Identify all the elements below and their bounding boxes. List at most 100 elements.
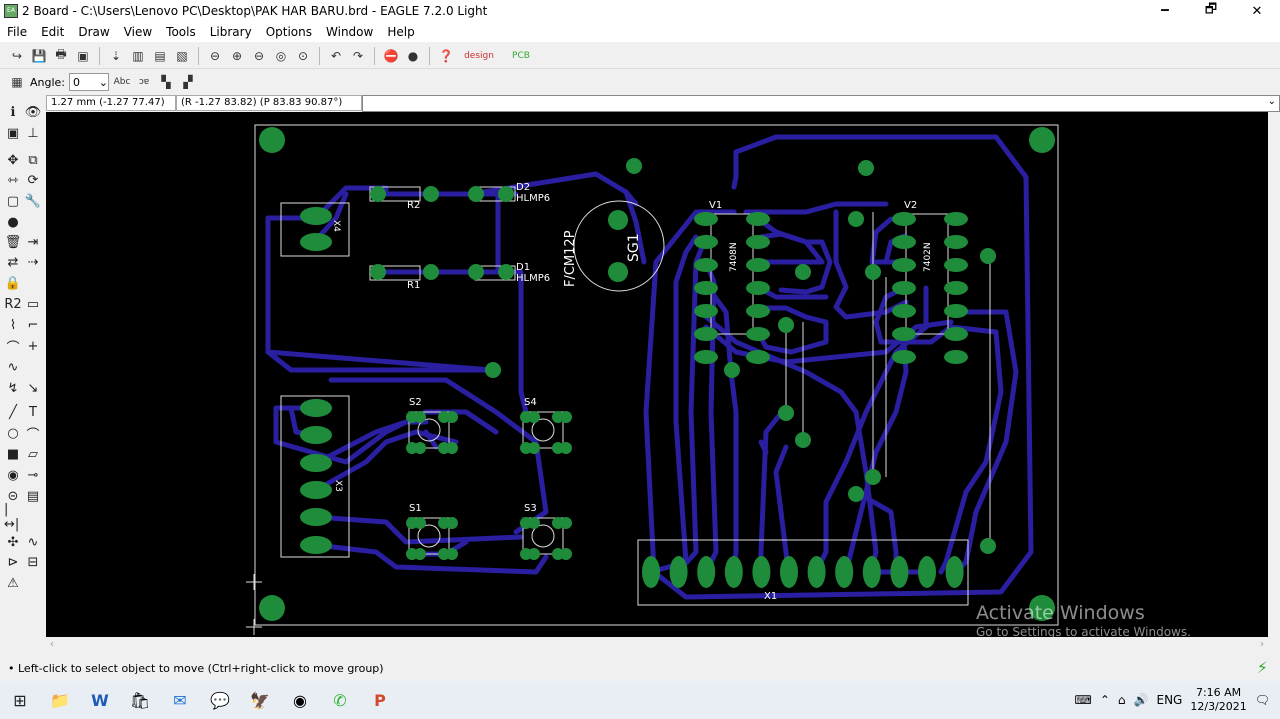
scroll-left-icon[interactable]: ‹ bbox=[50, 639, 54, 650]
text-icon[interactable]: T bbox=[24, 403, 42, 421]
info-icon[interactable]: ℹ bbox=[4, 103, 22, 121]
menu-draw[interactable]: Draw bbox=[71, 25, 116, 39]
mail-icon[interactable]: ✉ bbox=[160, 681, 200, 719]
errors-icon[interactable]: ⚠ bbox=[4, 574, 22, 592]
powerpoint-icon[interactable]: P bbox=[360, 681, 400, 719]
value-icon[interactable]: ▭ bbox=[24, 295, 42, 313]
spin-text-icon[interactable]: ɔɐ bbox=[135, 73, 153, 91]
zoom-in-icon[interactable]: ⊕ bbox=[228, 47, 246, 65]
minimize-button[interactable]: 🗕 bbox=[1142, 0, 1188, 22]
store-icon[interactable]: 🛍 bbox=[120, 681, 160, 719]
mirror-text-icon[interactable]: Abc bbox=[113, 73, 131, 91]
redo-icon[interactable]: ↷ bbox=[349, 47, 367, 65]
menu-window[interactable]: Window bbox=[319, 25, 380, 39]
change-icon[interactable]: 🔧 bbox=[24, 192, 42, 210]
script-icon[interactable]: ⇣ bbox=[107, 47, 125, 65]
ripup-icon[interactable]: ↯ bbox=[4, 379, 22, 397]
drc-icon[interactable]: ⊟ bbox=[24, 553, 42, 571]
menu-tools[interactable]: Tools bbox=[159, 25, 203, 39]
scr-icon[interactable]: ▤ bbox=[151, 47, 169, 65]
save-icon[interactable]: 💾 bbox=[30, 47, 48, 65]
lightning-icon[interactable]: ⚡ bbox=[1257, 658, 1268, 677]
erc-icon[interactable]: ⊳ bbox=[4, 553, 22, 571]
redraw-icon[interactable]: ◎ bbox=[272, 47, 290, 65]
language-indicator[interactable]: ENG bbox=[1157, 693, 1183, 707]
signal-icon[interactable]: ⊸ bbox=[24, 466, 42, 484]
move-icon[interactable]: ✥ bbox=[4, 151, 22, 169]
menu-options[interactable]: Options bbox=[259, 25, 319, 39]
stop-icon[interactable]: ⛔ bbox=[382, 47, 400, 65]
mirror-icon[interactable]: ⇿ bbox=[4, 171, 22, 189]
keyboard-icon[interactable]: ⌨ bbox=[1075, 693, 1092, 707]
menu-help[interactable]: Help bbox=[380, 25, 421, 39]
paste-icon[interactable]: ● bbox=[4, 213, 22, 231]
miter-icon[interactable]: ⌐ bbox=[24, 316, 42, 334]
split-icon[interactable]: ⌇ bbox=[4, 316, 22, 334]
optimize-icon[interactable]: ⌒ bbox=[4, 337, 22, 356]
autorouter-icon[interactable]: ∿ bbox=[24, 533, 42, 551]
eagle-icon[interactable]: 🦅 bbox=[240, 681, 280, 719]
chrome-icon[interactable]: ◉ bbox=[280, 681, 320, 719]
windows-start-icon[interactable]: ⊞ bbox=[0, 681, 40, 719]
group-icon[interactable]: ▢ bbox=[4, 192, 22, 210]
grid-icon[interactable]: ▦ bbox=[8, 73, 26, 91]
ratsnest-icon[interactable]: ✣ bbox=[4, 533, 22, 551]
print-icon[interactable]: 🖶 bbox=[52, 47, 70, 65]
mark-icon[interactable]: ⊥ bbox=[24, 124, 42, 142]
add-icon[interactable]: ⇥ bbox=[24, 233, 42, 251]
whatsapp-icon[interactable]: ✆ bbox=[320, 681, 360, 719]
ulp-icon[interactable]: ▥ bbox=[129, 47, 147, 65]
network-icon[interactable]: ⌂ bbox=[1118, 693, 1126, 707]
board-icon[interactable]: ▧ bbox=[173, 47, 191, 65]
chevron-down-icon[interactable]: ⌄ bbox=[1268, 96, 1276, 107]
line-icon[interactable]: 💬 bbox=[200, 681, 240, 719]
clock[interactable]: 7:16 AM 12/3/2021 bbox=[1190, 686, 1246, 714]
file-explorer-icon[interactable]: 📁 bbox=[40, 681, 80, 719]
style2-icon[interactable]: ▞ bbox=[179, 73, 197, 91]
menu-library[interactable]: Library bbox=[203, 25, 259, 39]
word-icon[interactable]: W bbox=[80, 681, 120, 719]
smash-icon[interactable]: R2 bbox=[4, 295, 22, 313]
close-button[interactable]: ✕ bbox=[1234, 0, 1280, 22]
angle-select[interactable]: 0 ⌄ bbox=[69, 73, 110, 91]
menu-view[interactable]: View bbox=[117, 25, 159, 39]
undo-icon[interactable]: ↶ bbox=[327, 47, 345, 65]
style-icon[interactable]: ▚ bbox=[157, 73, 175, 91]
dimension-icon[interactable]: |↔| bbox=[4, 502, 22, 532]
circle-icon[interactable]: ○ bbox=[4, 424, 22, 442]
scroll-right-icon[interactable]: › bbox=[1260, 639, 1264, 650]
rect-icon[interactable]: ■ bbox=[4, 445, 22, 463]
chevron-up-icon[interactable]: ⌃ bbox=[1100, 693, 1110, 707]
cam-icon[interactable]: ▣ bbox=[74, 47, 92, 65]
help-icon[interactable]: ❓ bbox=[437, 47, 455, 65]
arc-icon[interactable]: ⌒ bbox=[24, 424, 42, 443]
zoom-out-icon[interactable]: ⊖ bbox=[250, 47, 268, 65]
designlink-icon[interactable]: design bbox=[459, 47, 499, 65]
zoom-fit-icon[interactable]: ⊖ bbox=[206, 47, 224, 65]
board-canvas[interactable]: R2 R1 D2 HLMP6 D1 HLMP6 SG1 F/CM12P V1 7… bbox=[46, 112, 1268, 637]
lock-icon[interactable]: ⇢ bbox=[24, 253, 42, 271]
meander-icon[interactable]: + bbox=[24, 337, 42, 355]
pcb-quote-icon[interactable]: PCB bbox=[503, 47, 539, 65]
attribute-icon[interactable]: ▤ bbox=[24, 487, 42, 505]
open-icon[interactable]: ↪ bbox=[8, 47, 26, 65]
horizontal-scrollbar[interactable]: ‹ › bbox=[46, 637, 1268, 655]
wire-icon[interactable]: ↘ bbox=[24, 379, 42, 397]
pcb-layout[interactable]: R2 R1 D2 HLMP6 D1 HLMP6 SG1 F/CM12P V1 7… bbox=[46, 112, 1268, 637]
command-line-input[interactable]: ⌄ bbox=[362, 95, 1280, 112]
menu-edit[interactable]: Edit bbox=[34, 25, 71, 39]
lock2-icon[interactable]: 🔒 bbox=[4, 274, 22, 292]
delete-icon[interactable]: 🗑 bbox=[4, 233, 22, 251]
maximize-button[interactable]: 🗗 bbox=[1188, 0, 1234, 22]
notification-icon[interactable]: 🗨 bbox=[1255, 693, 1270, 707]
copy-icon[interactable]: ⧉ bbox=[24, 151, 42, 169]
menu-file[interactable]: File bbox=[0, 25, 34, 39]
show-icon[interactable]: 👁 bbox=[24, 103, 42, 121]
replace-icon[interactable]: ⇄ bbox=[4, 253, 22, 271]
route-icon[interactable]: ∿ bbox=[4, 358, 22, 376]
rotate-icon[interactable]: ⟳ bbox=[24, 171, 42, 189]
vertical-scrollbar[interactable] bbox=[1268, 112, 1280, 637]
line-icon[interactable]: ╱ bbox=[4, 403, 22, 421]
display-icon[interactable]: ▣ bbox=[4, 124, 22, 142]
go-icon[interactable]: ● bbox=[404, 47, 422, 65]
